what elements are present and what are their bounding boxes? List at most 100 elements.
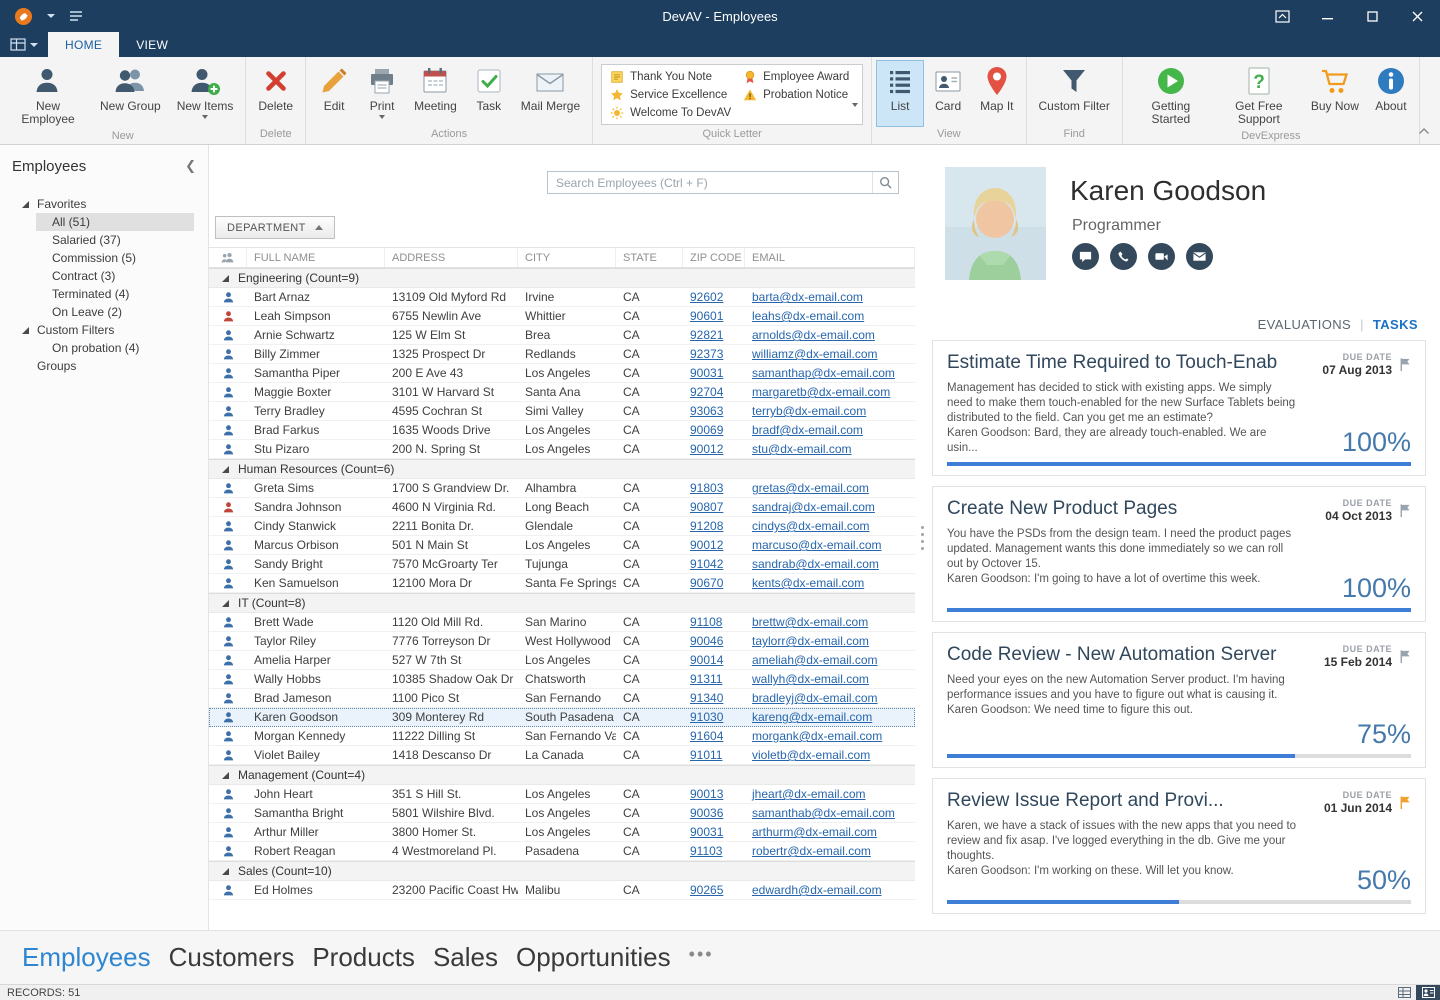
table-row[interactable]: Sandy Bright7570 McGroarty TerTujungaCA9… [209,555,915,574]
zip-link[interactable]: 90036 [690,806,723,820]
group-row[interactable]: Sales (Count=10) [209,861,915,881]
zip-link[interactable]: 91103 [690,844,722,858]
column-header-email[interactable]: EMAIL [745,248,915,267]
sidebar-item[interactable]: Salaried (37) [36,231,194,249]
zip-link[interactable]: 92704 [690,385,723,399]
zip-link[interactable]: 90031 [690,825,723,839]
group-row[interactable]: Human Resources (Count=6) [209,459,915,479]
zip-link[interactable]: 90012 [690,538,723,552]
table-row[interactable]: Taylor Riley7776 Torreyson DrWest Hollyw… [209,632,915,651]
table-row[interactable]: Stu Pizaro200 N. Spring StLos AngelesCA9… [209,440,915,459]
email-link[interactable]: margaretb@dx-email.com [752,385,890,399]
email-link[interactable]: samanthap@dx-email.com [752,366,895,380]
table-row[interactable]: Brad Jameson1100 Pico StSan FernandoCA91… [209,689,915,708]
email-link[interactable]: arnolds@dx-email.com [752,328,875,342]
group-by-department-button[interactable]: DEPARTMENT [215,216,335,239]
sidebar-item[interactable]: Contract (3) [36,267,194,285]
quick-letter-service-excellence[interactable]: Service Excellence [610,88,731,102]
zip-link[interactable]: 90601 [690,309,723,323]
zip-link[interactable]: 90046 [690,634,723,648]
tab-tasks[interactable]: TASKS [1373,317,1418,332]
nav-item-opportunities[interactable]: Opportunities [516,942,671,973]
group-row[interactable]: IT (Count=8) [209,593,915,613]
sidebar-item[interactable]: Commission (5) [36,249,194,267]
table-row[interactable]: Ken Samuelson12100 Mora DrSanta Fe Sprin… [209,574,915,593]
table-row[interactable]: Morgan Kennedy11222 Dilling StSan Fernan… [209,727,915,746]
table-row[interactable]: Marcus Orbison501 N Main StLos AngelesCA… [209,536,915,555]
table-row[interactable]: Amelia Harper527 W 7th StLos AngelesCA90… [209,651,915,670]
column-header-state[interactable]: STATE [616,248,683,267]
column-header-full-name[interactable]: FULL NAME [247,248,385,267]
gallery-dropdown-button[interactable] [852,107,858,121]
table-row[interactable]: Sandra Johnson4600 N Virginia Rd.Long Be… [209,498,915,517]
zip-link[interactable]: 90069 [690,423,723,437]
email-link[interactable]: gretas@dx-email.com [752,481,869,495]
zip-link[interactable]: 91108 [690,615,722,629]
email-link[interactable]: jheart@dx-email.com [752,787,866,801]
zip-link[interactable]: 90670 [690,576,723,590]
new-group-button[interactable]: New Group [92,60,169,129]
email-link[interactable]: kareng@dx-email.com [752,710,872,724]
minimize-button[interactable] [1305,0,1350,32]
zip-link[interactable]: 92373 [690,347,723,361]
table-row[interactable]: Karen Goodson309 Monterey RdSouth Pasade… [209,708,915,727]
email-link[interactable]: bradleyj@dx-email.com [752,691,878,705]
customize-toolbar-icon[interactable] [69,10,83,22]
card-view-button[interactable]: Card [924,60,972,127]
map-it-button[interactable]: Map It [972,60,1021,127]
zip-link[interactable]: 90031 [690,366,723,380]
nav-item-products[interactable]: Products [312,942,415,973]
devav-logo-icon[interactable] [14,7,33,26]
email-link[interactable]: sandraj@dx-email.com [752,500,875,514]
table-row[interactable]: Arthur Miller3800 Homer St.Los AngelesCA… [209,823,915,842]
quick-letter-welcome[interactable]: Welcome To DevAV [610,106,731,120]
nav-item-employees[interactable]: Employees [22,942,151,973]
table-row[interactable]: Maggie Boxter3101 W Harvard StSanta AnaC… [209,383,915,402]
quick-letter-thank-you-note[interactable]: Thank You Note [610,70,731,84]
email-link[interactable]: cindys@dx-email.com [752,519,870,533]
zip-link[interactable]: 91208 [690,519,723,533]
zip-link[interactable]: 92602 [690,290,723,304]
mail-merge-button[interactable]: Mail Merge [513,60,588,127]
tab-evaluations[interactable]: EVALUATIONS [1258,317,1352,332]
task-card[interactable]: Create New Product PagesDUE DATE04 Oct 2… [932,486,1426,622]
about-button[interactable]: About [1367,60,1415,129]
zip-link[interactable]: 91340 [690,691,723,705]
group-row[interactable]: Management (Count=4) [209,765,915,785]
table-row[interactable]: Brad Farkus1635 Woods DriveLos AngelesCA… [209,421,915,440]
search-button[interactable] [872,172,898,193]
zip-link[interactable]: 91042 [690,557,723,571]
table-row[interactable]: Leah Simpson6755 Newlin AveWhittierCA906… [209,307,915,326]
email-link[interactable]: arthurm@dx-email.com [752,825,877,839]
table-row[interactable]: Bart Arnaz13109 Old Myford RdIrvineCA926… [209,288,915,307]
zip-link[interactable]: 90012 [690,442,723,456]
video-call-button[interactable] [1148,243,1175,270]
zip-link[interactable]: 91803 [690,481,723,495]
email-link[interactable]: samanthab@dx-email.com [752,806,895,820]
grid-view-toggle[interactable] [1392,985,1416,1000]
nav-item-sales[interactable]: Sales [433,942,498,973]
zip-link[interactable]: 90013 [690,787,723,801]
edit-button[interactable]: Edit [310,60,358,127]
collapse-ribbon-button[interactable] [1418,124,1430,138]
task-card[interactable]: Estimate Time Required to Touch-Enab...D… [932,340,1426,476]
tree-section[interactable]: Favorites [0,195,208,213]
email-link[interactable]: terryb@dx-email.com [752,404,866,418]
card-view-toggle[interactable] [1416,985,1440,1000]
nav-overflow-button[interactable]: ••• [689,944,714,971]
email-link[interactable]: brettw@dx-email.com [752,615,868,629]
email-link[interactable]: leahs@dx-email.com [752,309,864,323]
task-button[interactable]: Task [465,60,513,127]
table-row[interactable]: Violet Bailey1418 Descanso DrLa CanadaCA… [209,746,915,765]
zip-link[interactable]: 92821 [690,328,723,342]
email-link[interactable]: barta@dx-email.com [752,290,863,304]
call-button[interactable] [1110,243,1137,270]
zip-link[interactable]: 90265 [690,883,723,897]
email-link[interactable]: sandrab@dx-email.com [752,557,879,571]
close-button[interactable] [1395,0,1440,32]
new-items-button[interactable]: New Items [169,60,242,129]
email-link[interactable]: taylorr@dx-email.com [752,634,869,648]
table-row[interactable]: Arnie Schwartz125 W Elm StBreaCA92821arn… [209,326,915,345]
zip-link[interactable]: 91604 [690,729,723,743]
column-header-icon[interactable] [209,248,247,267]
